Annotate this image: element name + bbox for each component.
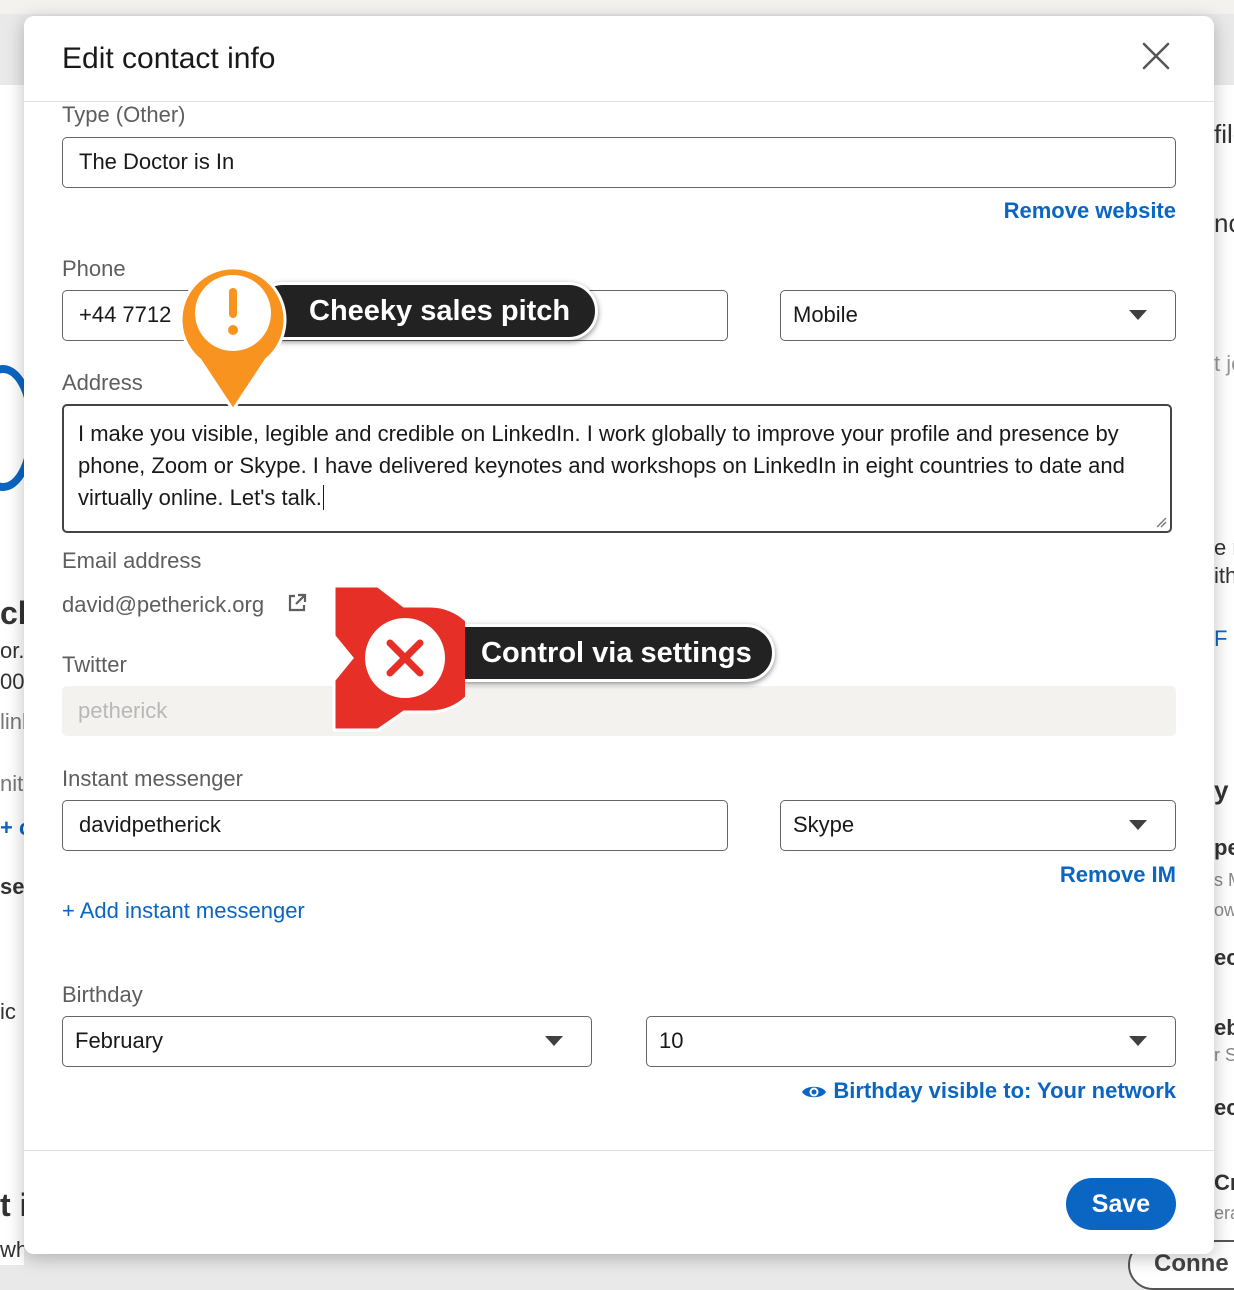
phone-label: Phone (62, 256, 126, 281)
background-text: 00 (0, 669, 24, 694)
close-icon (1142, 42, 1170, 70)
background-navbar (0, 0, 1234, 14)
background-text: se (0, 874, 24, 899)
background-text: ec (1214, 1095, 1234, 1120)
sales-pitch-label: Cheeky sales pitch (254, 282, 598, 340)
address-label: Address (62, 370, 143, 395)
dialog-title: Edit contact info (62, 42, 276, 75)
website-type-label: Type (Other) (62, 102, 186, 127)
background-text: eb (1214, 1015, 1234, 1040)
im-type-value: Skype (793, 812, 855, 837)
background-text: pe (1214, 835, 1234, 860)
im-input[interactable]: davidpetherick (62, 800, 728, 851)
background-text: file (1214, 119, 1234, 149)
settings-callout: Control via settings (330, 584, 775, 734)
resize-grip-icon[interactable] (1155, 516, 1167, 528)
birthday-visibility-link[interactable]: Birthday visible to: Your network (801, 1078, 1176, 1104)
sales-pitch-callout: Cheeky sales pitch (178, 258, 598, 413)
phone-type-select[interactable]: Mobile (780, 290, 1176, 341)
email-label: Email address (62, 548, 202, 573)
exclamation-marker-icon (179, 266, 287, 413)
background-text: ic (0, 999, 16, 1024)
phone-type-value: Mobile (793, 302, 858, 327)
background-text: ec (1214, 945, 1234, 970)
background-right-card: file nc t jo e n ith F y k pe s M ow ec … (1214, 85, 1234, 1265)
background-text: s M (1214, 870, 1234, 890)
background-text: e n (1214, 535, 1234, 560)
background-text: F (1214, 626, 1228, 651)
birthday-label: Birthday (62, 982, 143, 1007)
close-button[interactable] (1136, 36, 1176, 76)
website-type-input[interactable]: The Doctor is In (62, 137, 1176, 188)
x-marker-icon (332, 584, 465, 732)
background-text: nc (1214, 208, 1234, 238)
background-text: ow (1214, 900, 1234, 920)
birthday-day-value: 10 (659, 1028, 684, 1053)
im-label: Instant messenger (62, 766, 243, 791)
birthday-day-select[interactable]: 10 (646, 1016, 1176, 1067)
birthday-month-select[interactable]: February (62, 1016, 592, 1067)
background-text: y k (1214, 775, 1234, 805)
background-text: r S (1214, 1045, 1234, 1065)
address-value: I make you visible, legible and credible… (78, 421, 1125, 510)
remove-website-link[interactable]: Remove website (1004, 198, 1176, 224)
background-text: ith (1214, 563, 1234, 588)
dialog-header: Edit contact info (24, 16, 1214, 102)
twitter-label: Twitter (62, 652, 127, 677)
background-text: link (0, 709, 24, 734)
caret-down-icon (1129, 310, 1147, 320)
background-text: + c (0, 815, 24, 840)
background-text: t jo (1214, 351, 1234, 376)
background-text: ck (0, 595, 24, 631)
add-im-link[interactable]: + Add instant messenger (62, 898, 305, 924)
eye-icon (802, 1086, 827, 1098)
background-left-card: ck or. 00 link nite + c se ic t i wh (0, 85, 36, 1265)
save-button[interactable]: Save (1066, 1178, 1176, 1230)
text-cursor (322, 485, 324, 510)
dialog-footer-divider (24, 1150, 1214, 1151)
background-text: or. (0, 638, 24, 663)
settings-label: Control via settings (430, 624, 775, 682)
address-textarea[interactable]: I make you visible, legible and credible… (62, 404, 1172, 533)
birthday-month-value: February (75, 1028, 164, 1053)
background-text: t i (0, 1187, 24, 1223)
background-text: era (1214, 1203, 1234, 1223)
background-text: nite (0, 771, 24, 796)
caret-down-icon (1129, 1036, 1147, 1046)
external-link-icon[interactable] (286, 592, 308, 614)
background-text: wh (0, 1237, 24, 1262)
im-type-select[interactable]: Skype (780, 800, 1176, 851)
remove-im-link[interactable]: Remove IM (1060, 862, 1176, 888)
caret-down-icon (1129, 820, 1147, 830)
birthday-visibility-label: Birthday visible to: Your network (833, 1078, 1176, 1103)
email-value: david@petherick.org (62, 592, 265, 617)
background-text: Cr (1214, 1170, 1234, 1195)
caret-down-icon (545, 1036, 563, 1046)
